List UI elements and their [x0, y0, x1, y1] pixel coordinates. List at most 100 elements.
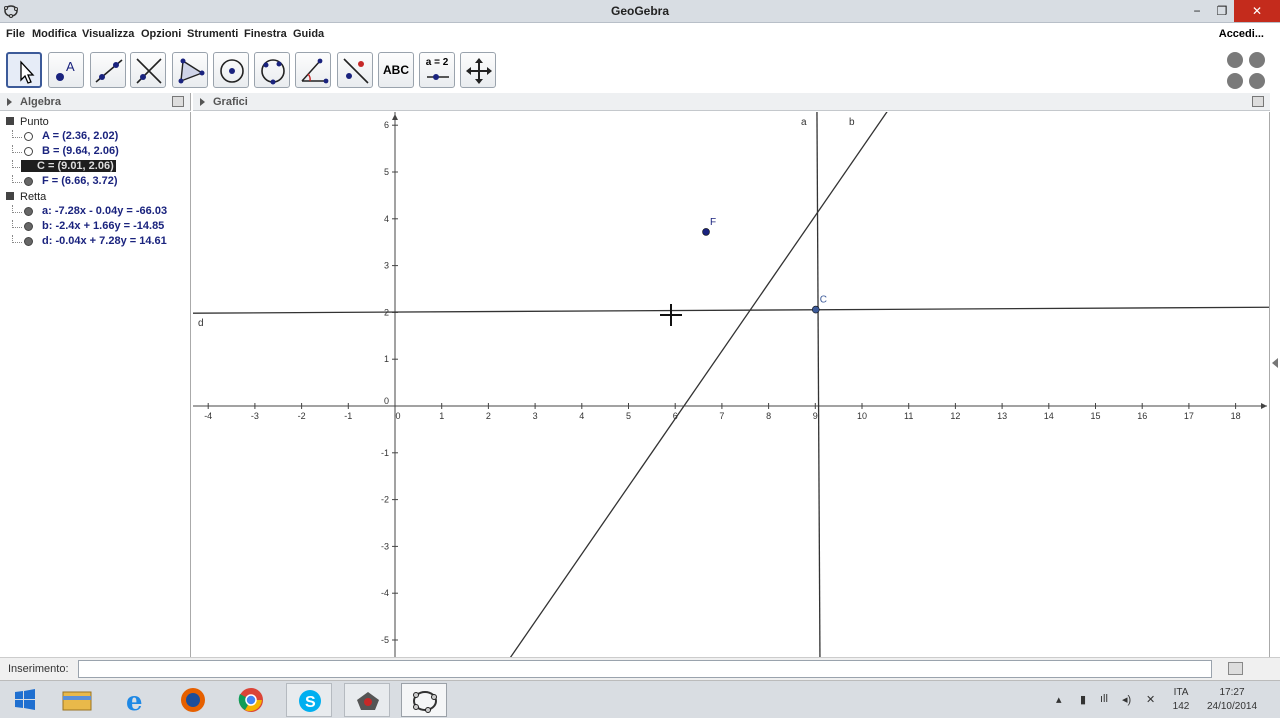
help-icon[interactable] — [1227, 73, 1243, 89]
line-icon — [95, 59, 123, 83]
category-punto[interactable]: Punto — [6, 116, 49, 128]
menu-finestra[interactable]: Finestra — [244, 28, 287, 40]
input-field[interactable] — [78, 660, 1212, 678]
close-button[interactable]: ✕ — [1234, 0, 1280, 22]
category-label: Retta — [20, 191, 47, 203]
login-link[interactable]: Accedi... — [1219, 28, 1264, 40]
y-tick-label: 1 — [384, 354, 389, 364]
visibility-toggle[interactable] — [24, 147, 33, 156]
move-tool-button[interactable] — [6, 52, 42, 88]
algebra-item-text: A = (2.36, 2.02) — [42, 130, 119, 142]
conic-tool-button[interactable] — [254, 52, 290, 88]
taskbar-firefox[interactable] — [170, 683, 216, 717]
tree-branch — [12, 145, 22, 153]
algebra-item-text: d: -0.04x + 7.28y = 14.61 — [42, 235, 167, 247]
battery-icon[interactable]: ▮ — [1080, 693, 1086, 706]
polygon-icon — [178, 58, 205, 84]
algebra-item-text: a: -7.28x - 0.04y = -66.03 — [42, 205, 168, 217]
point-tool-button[interactable]: A — [48, 52, 84, 88]
clock[interactable]: 17:27 24/10/2014 — [1192, 686, 1272, 714]
graphics-view[interactable]: -4 -3 -2 -1 0 1 2 3 4 5 6 7 8 9 10 11 12 13 14 15 16 17 18 6 5 4 3… — [193, 112, 1270, 657]
taskbar-explorer[interactable] — [54, 683, 100, 717]
category-retta[interactable]: Retta — [6, 191, 46, 203]
visibility-toggle[interactable] — [24, 207, 33, 216]
slider-tool-button[interactable]: a = 2 — [419, 52, 455, 88]
undo-icon[interactable] — [1227, 52, 1243, 68]
tree-branch — [12, 205, 22, 213]
window-title: GeoGebra — [610, 4, 670, 18]
menu-file[interactable]: File — [6, 28, 25, 40]
keyboard-icon[interactable] — [1228, 662, 1243, 675]
taskbar: e S ▴ ▮ ıll ◂) ✕ ITA 142 17:27 24/10/201… — [0, 680, 1280, 718]
x-tick-label: 13 — [997, 411, 1007, 421]
x-tick-label: 15 — [1090, 411, 1100, 421]
visibility-toggle[interactable] — [24, 237, 33, 246]
network-icon[interactable]: ✕ — [1146, 693, 1155, 706]
menu-opzioni[interactable]: Opzioni — [141, 28, 181, 40]
signal-icon[interactable]: ıll — [1100, 693, 1108, 705]
panel-close-icon[interactable] — [1252, 96, 1264, 107]
taskbar-geogebra[interactable] — [401, 683, 447, 717]
redo-icon[interactable] — [1249, 52, 1265, 68]
svg-text:e: e — [126, 687, 143, 717]
visibility-toggle[interactable] — [24, 222, 33, 231]
volume-icon[interactable]: ◂) — [1122, 693, 1131, 706]
y-tick-label: -2 — [381, 495, 389, 505]
point-icon: A — [56, 59, 75, 81]
maximize-button[interactable]: ❐ — [1207, 0, 1237, 22]
x-tick-label: 16 — [1137, 411, 1147, 421]
x-tick-label: -3 — [251, 411, 259, 421]
panel-close-icon[interactable] — [172, 96, 184, 107]
y-tick-label: 6 — [384, 120, 389, 130]
perpendicular-line-icon — [136, 58, 162, 84]
x-tick-label: 7 — [719, 411, 724, 421]
settings-icon[interactable] — [1249, 73, 1265, 89]
visibility-toggle[interactable] — [24, 132, 33, 141]
svg-text:S: S — [305, 694, 316, 711]
circle-tool-button[interactable] — [213, 52, 249, 88]
expand-triangle-icon[interactable] — [200, 98, 205, 106]
x-tick-label: -1 — [344, 411, 352, 421]
y-tick-label: -1 — [381, 448, 389, 458]
tray-chevron-icon[interactable]: ▴ — [1056, 693, 1062, 706]
visibility-toggle[interactable] — [24, 177, 33, 186]
perpendicular-tool-button[interactable] — [130, 52, 166, 88]
geogebra-icon — [413, 691, 437, 713]
taskbar-app[interactable] — [344, 683, 390, 717]
text-tool-button[interactable]: ABC — [378, 52, 414, 88]
start-button[interactable] — [2, 683, 48, 717]
tree-branch — [12, 220, 22, 228]
y-tick-label: 3 — [384, 261, 389, 271]
input-bar: Inserimento: — [0, 657, 1280, 680]
taskbar-ie[interactable]: e — [112, 683, 158, 717]
line-b-label: b — [849, 117, 855, 128]
angle-tool-button[interactable] — [295, 52, 331, 88]
clock-time: 17:27 — [1219, 687, 1245, 698]
x-tick-label: 4 — [579, 411, 584, 421]
move-graphics-tool-button[interactable] — [460, 52, 496, 88]
point-F — [702, 228, 710, 236]
side-panel-handle-icon[interactable] — [1272, 358, 1278, 368]
menu-strumenti[interactable]: Strumenti — [187, 28, 238, 40]
polygon-tool-button[interactable] — [172, 52, 208, 88]
circle-icon — [220, 59, 244, 83]
menu-guida[interactable]: Guida — [293, 28, 324, 40]
expand-triangle-icon[interactable] — [7, 98, 12, 106]
x-tick-label: 0 — [395, 411, 400, 421]
line-tool-button[interactable] — [90, 52, 126, 88]
menu-visualizza[interactable]: Visualizza — [82, 28, 134, 40]
x-tick-label: 11 — [904, 411, 913, 421]
point-C — [811, 305, 820, 314]
reflect-tool-button[interactable] — [337, 52, 373, 88]
folder-icon — [62, 691, 92, 711]
x-tick-label: 5 — [626, 411, 631, 421]
collapse-icon — [6, 117, 14, 125]
menu-modifica[interactable]: Modifica — [32, 28, 77, 40]
x-tick-label: 2 — [486, 411, 491, 421]
taskbar-skype[interactable]: S — [286, 683, 332, 717]
algebra-panel-title: Algebra — [20, 96, 61, 108]
clock-date: 24/10/2014 — [1206, 701, 1258, 712]
graphics-canvas[interactable]: -4 -3 -2 -1 0 1 2 3 4 5 6 7 8 9 10 11 12 13 14 15 16 17 186543… — [193, 112, 1270, 657]
taskbar-chrome[interactable] — [228, 683, 274, 717]
tree-branch — [12, 130, 22, 138]
